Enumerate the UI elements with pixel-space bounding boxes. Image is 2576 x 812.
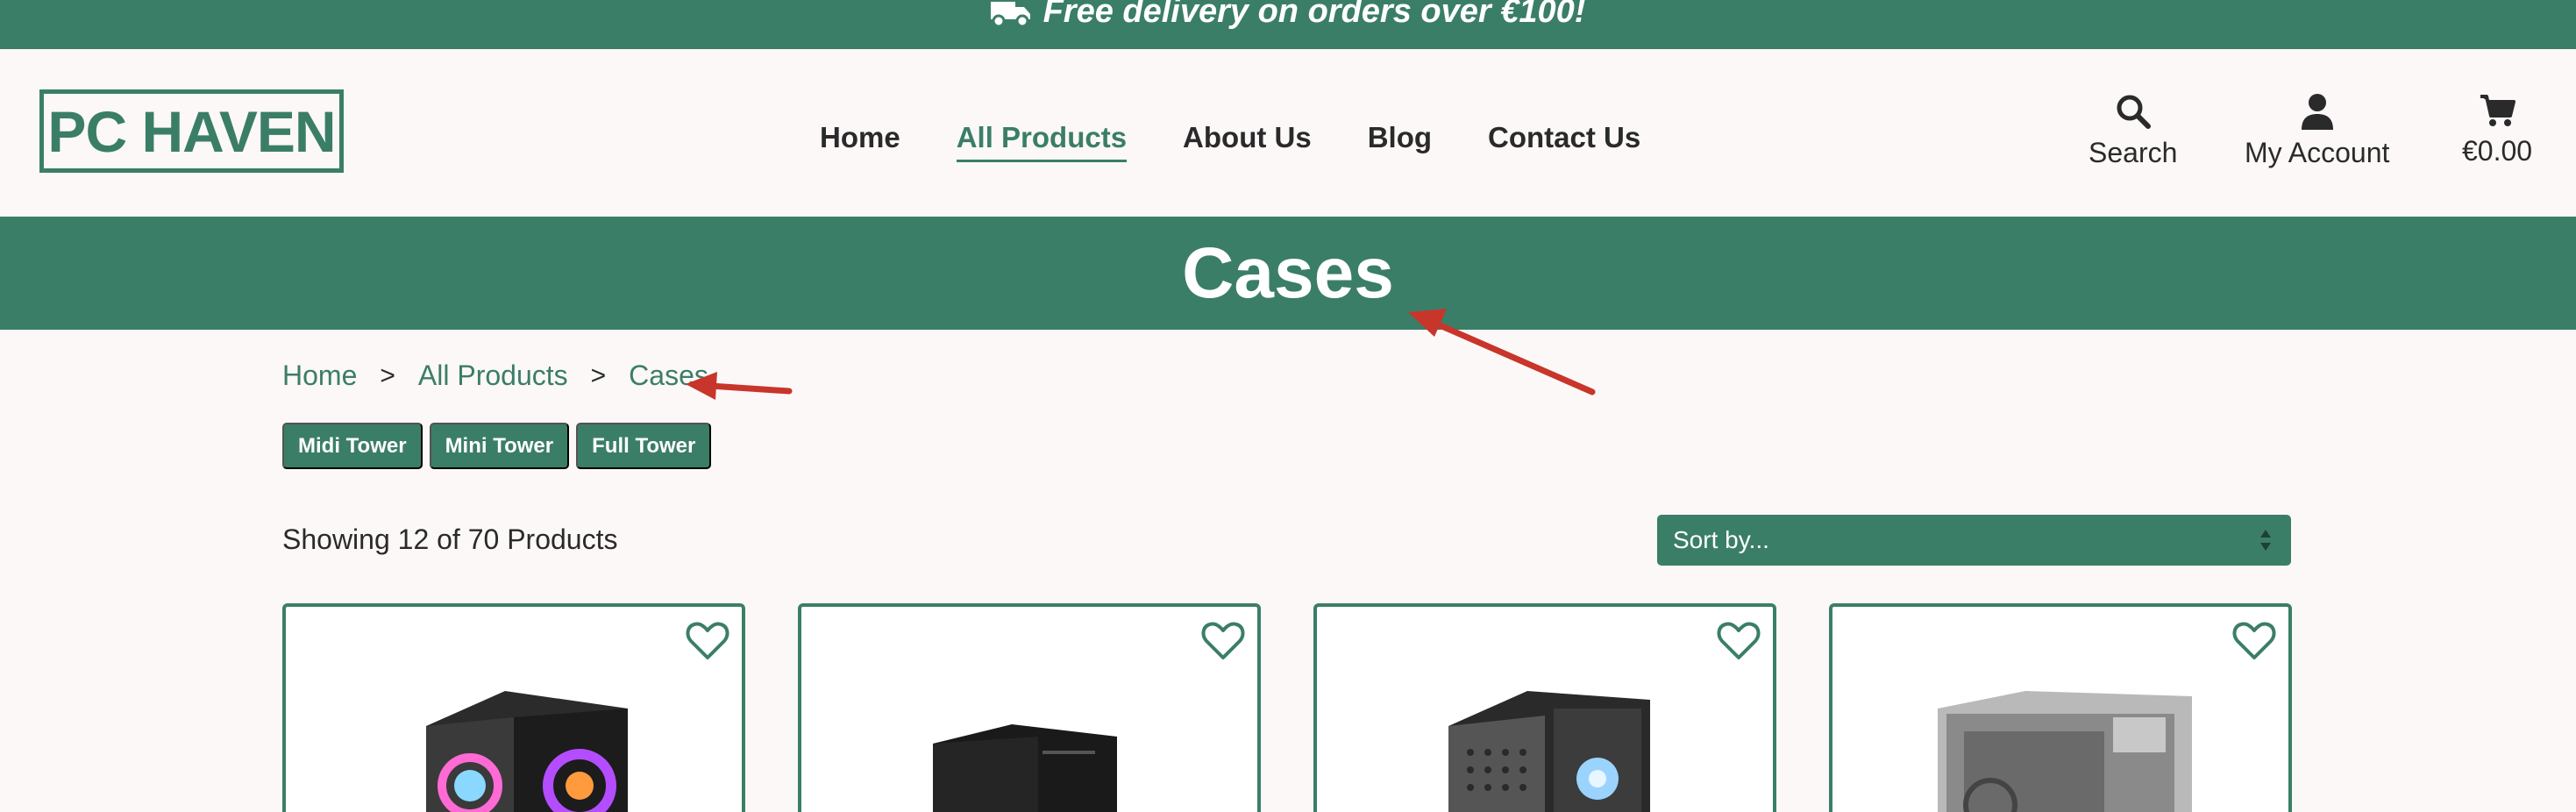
filter-midi-tower[interactable]: Midi Tower: [282, 423, 423, 469]
cart-button[interactable]: €0.00: [2462, 93, 2532, 167]
breadcrumb-cases[interactable]: Cases: [629, 360, 708, 392]
promo-text: Free delivery on orders over €100!: [1042, 0, 1586, 30]
search-icon: [2117, 95, 2151, 129]
breadcrumb-home[interactable]: Home: [282, 360, 357, 392]
product-card[interactable]: [1829, 603, 2292, 812]
subcategory-filters: Midi Tower Mini Tower Full Tower: [282, 423, 712, 469]
product-image-black-mesh-case: [933, 724, 1117, 812]
main-nav: Home All Products About Us Blog Contact …: [820, 121, 1697, 162]
wishlist-heart-icon[interactable]: [1201, 621, 1245, 661]
search-label: Search: [2089, 137, 2178, 168]
breadcrumb-separator: >: [590, 360, 607, 390]
nav-home[interactable]: Home: [820, 121, 900, 162]
breadcrumb-all-products[interactable]: All Products: [418, 360, 568, 392]
cart-total: €0.00: [2462, 135, 2533, 167]
nav-about-us[interactable]: About Us: [1183, 121, 1312, 162]
product-card[interactable]: [282, 603, 745, 812]
select-caret-icon: [2260, 530, 2271, 551]
wishlist-heart-icon[interactable]: [1717, 621, 1761, 661]
breadcrumb: Home > All Products > Cases: [282, 360, 708, 392]
nav-contact-us[interactable]: Contact Us: [1488, 121, 1640, 162]
site-header: PC HAVEN Home All Products About Us Blog…: [0, 49, 2576, 217]
product-card[interactable]: [798, 603, 1261, 812]
search-button[interactable]: Search: [2089, 93, 2177, 169]
wishlist-heart-icon[interactable]: [2232, 621, 2276, 661]
truck-icon: [990, 2, 1030, 28]
nav-blog[interactable]: Blog: [1368, 121, 1432, 162]
breadcrumb-separator: >: [380, 360, 395, 390]
product-card[interactable]: [1313, 603, 1776, 812]
product-image-mesh-glass-case: [1448, 691, 1650, 812]
cart-icon: [2480, 95, 2516, 126]
my-account-button[interactable]: My Account: [2245, 93, 2389, 169]
category-banner: Cases: [0, 217, 2576, 330]
sort-select[interactable]: Sort by...: [1657, 515, 2291, 566]
results-count: Showing 12 of 70 Products: [282, 524, 618, 555]
product-image-silver-glass-case: [1938, 691, 2192, 812]
promo-bar: Free delivery on orders over €100!: [0, 0, 2576, 49]
nav-all-products[interactable]: All Products: [956, 121, 1128, 162]
filter-mini-tower[interactable]: Mini Tower: [429, 423, 570, 469]
my-account-label: My Account: [2245, 137, 2390, 168]
page-title: Cases: [1182, 232, 1394, 313]
site-logo[interactable]: PC HAVEN: [39, 89, 344, 173]
product-image-rgb-case: [426, 691, 628, 812]
logo-text: PC HAVEN: [47, 98, 336, 164]
user-icon: [2301, 94, 2333, 130]
filter-full-tower[interactable]: Full Tower: [576, 423, 712, 469]
wishlist-heart-icon[interactable]: [686, 621, 729, 661]
sort-select-label: Sort by...: [1673, 526, 1769, 553]
